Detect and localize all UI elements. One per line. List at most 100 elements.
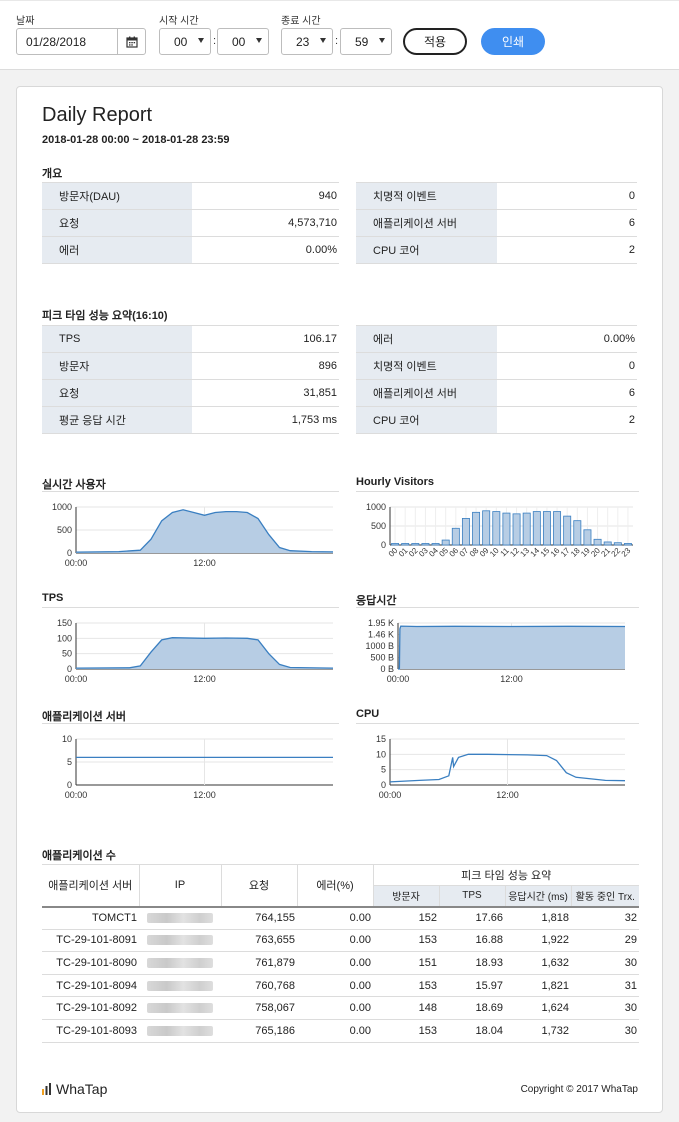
bar [542,511,551,546]
end-minute-select[interactable]: 59 [340,28,392,55]
cell-tps: 15.97 [439,974,505,998]
peak-right-body: 에러 0.00% 치명적 이벤트 0 애플리케이션 서버 6 CPU 코어 2 [356,325,637,434]
end-hour-select[interactable]: 23 [281,28,333,55]
cell-server: TC-29-101-8094 [42,974,139,998]
kv-value: 6 [497,379,637,407]
kv-row: 에러 0.00% [356,325,637,353]
x-tick-label: 00:00 [379,790,402,800]
cell-ip [139,1019,221,1043]
peak-left-table: TPS 106.17 방문자 896 요청 31,851 평균 응답 시간 1,753 ms [42,325,339,434]
overview-left-table: 방문자(DAU) 940 요청 4,573,710 에러 0.00% [42,182,339,264]
y-tick-label: 10 [62,734,72,744]
overview-title: 개요 [42,168,63,180]
bar [461,517,470,546]
kv-key: 방문자 [42,352,192,380]
table-row: TC-29-101-8092 758,067 0.00 148 18.69 1,624 30 [42,996,639,1020]
cell-tps: 17.66 [439,906,505,930]
kv-row: 치명적 이벤트 0 [356,182,637,210]
calendar-icon[interactable] [117,29,145,54]
col-ip: IP [139,864,222,908]
y-tick-label: 1000 [366,502,386,512]
cell-resp: 1,632 [505,951,571,975]
chart-title: CPU [356,708,380,720]
kv-value: 0 [497,352,637,380]
bar [421,543,430,546]
table-row: TOMCT1 764,155 0.00 152 17.66 1,818 32 [42,906,639,930]
kv-row: 애플리케이션 서버 6 [356,209,637,237]
cell-req: 758,067 [221,996,297,1020]
cell-req: 765,186 [221,1019,297,1043]
x-tick-label: 12:00 [193,790,216,800]
kv-key: 에러 [42,236,192,264]
bar [431,543,440,546]
kv-row: 애플리케이션 서버 6 [356,379,637,407]
whatap-logo: WhaTap [42,1081,107,1097]
col-tps: TPS [439,885,506,908]
peak-right-table: 에러 0.00% 치명적 이벤트 0 애플리케이션 서버 6 CPU 코어 2 [356,325,637,434]
x-tick-label: 12:00 [193,674,216,684]
print-button[interactable]: 인쇄 [481,28,545,55]
copyright: Copyright © 2017 WhaTap [520,1084,638,1095]
apply-button[interactable]: 적용 [403,28,467,55]
col-active-trx: 활동 중인 Trx. [571,885,639,908]
kv-row: 방문자(DAU) 940 [42,182,339,210]
kv-value: 896 [192,352,339,380]
start-hour-select[interactable]: 00 [159,28,211,55]
bar [593,538,602,546]
kv-row: 방문자 896 [42,352,339,380]
bar [451,527,460,546]
kv-row: 요청 4,573,710 [42,209,339,237]
table-row: TC-29-101-8091 763,655 0.00 153 16.88 1,922 29 [42,929,639,953]
x-tick-label: 00:00 [65,558,88,568]
cell-visitors: 152 [373,906,439,930]
chart-svg: 150 100 50 000:00 12:00 [42,607,339,684]
cell-err: 0.00 [297,929,373,953]
chevron-down-icon [198,38,204,43]
bar [563,515,572,546]
kv-key: TPS [42,325,192,353]
cell-req: 764,155 [221,906,297,930]
end-hour-value: 23 [296,35,310,49]
x-tick-label: 12:00 [193,558,216,568]
bar [512,513,521,546]
kv-value: 4,573,710 [192,209,339,237]
bar [603,541,612,546]
redacted-ip [147,980,213,991]
y-tick-label: 0 [67,664,72,674]
kv-value: 0.00% [497,325,637,353]
chart-title: 응답시간 [356,595,397,607]
cell-ip [139,929,221,953]
y-tick-label: 0 [381,780,386,790]
redacted-ip [147,1025,213,1036]
cell-resp: 1,624 [505,996,571,1020]
x-tick-label: 00:00 [387,674,410,684]
report-range: 2018-01-28 00:00 ~ 2018-01-28 23:59 [42,134,230,146]
cell-tps: 18.69 [439,996,505,1020]
kv-key: 방문자(DAU) [42,182,192,210]
col-response-time: 응답시간 (ms) [505,885,572,908]
start-minute-select[interactable]: 00 [217,28,269,55]
kv-row: CPU 코어 2 [356,406,637,434]
x-tick-label: 12:00 [500,674,523,684]
cell-server: TOMCT1 [42,906,139,930]
apps-table: 애플리케이션 서버 IP 요청 에러(%) 피크 타임 성능 요약 방문자 TP… [42,864,639,1043]
date-input[interactable]: 01/28/2018 [16,28,146,55]
apps-table-body: TOMCT1 764,155 0.00 152 17.66 1,818 32 TC-29-10… [42,906,639,1043]
chart-svg: 15 10 5 000:00 12:00 [356,723,639,800]
col-requests: 요청 [221,864,298,908]
col-peak-group: 피크 타임 성능 요약 [373,864,639,886]
cell-err: 0.00 [297,996,373,1020]
cell-ip [139,951,221,975]
cell-server: TC-29-101-8093 [42,1019,139,1043]
kv-value: 1,753 ms [192,406,339,434]
col-visitors: 방문자 [373,885,440,908]
cell-req: 761,879 [221,951,297,975]
x-tick-label: 00:00 [65,790,88,800]
y-tick-label: 500 B [370,653,394,663]
area-fill [398,626,625,669]
cell-resp: 1,821 [505,974,571,998]
table-row: TC-29-101-8090 761,879 0.00 151 18.93 1,632 30 [42,951,639,975]
bar [391,543,400,546]
y-tick-label: 0 [381,540,386,550]
bar [441,539,450,546]
